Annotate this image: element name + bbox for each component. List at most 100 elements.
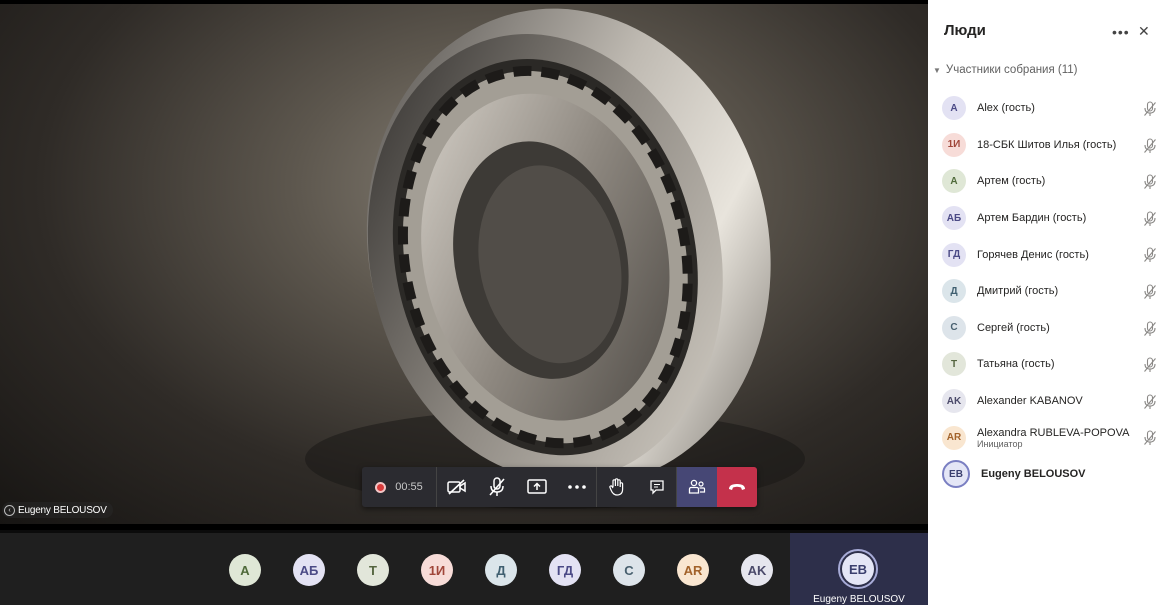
- strip-avatar[interactable]: АБ: [293, 554, 325, 586]
- chevron-down-icon: ▼: [933, 65, 941, 75]
- arrow-left-icon[interactable]: ‹: [4, 504, 15, 516]
- close-icon[interactable]: ✕: [1138, 23, 1150, 40]
- strip-avatar[interactable]: A: [229, 554, 261, 586]
- participant-text: Дмитрий (гость): [966, 285, 1058, 297]
- participant-role: Инициатор: [977, 438, 1023, 449]
- section-label: Участники собрания (11): [945, 64, 1078, 76]
- avatar: Д: [942, 279, 966, 304]
- mic-off-icon: [1143, 211, 1157, 232]
- participant-name: Горячев Денис (гость): [977, 248, 1089, 261]
- participant-text: Татьяна (гость): [966, 358, 1055, 370]
- raise-hand-button[interactable]: [597, 467, 637, 507]
- avatar: EB: [942, 460, 970, 489]
- participant-row[interactable]: Д Дмитрий (гость): [928, 273, 1171, 310]
- more-options-icon[interactable]: •••: [1112, 24, 1130, 40]
- hang-up-icon: [729, 484, 745, 490]
- bearing-image: [305, 8, 805, 509]
- participant-row[interactable]: ГД Горячев Денис (гость): [928, 236, 1171, 273]
- mic-off-icon: [489, 477, 505, 496]
- mic-off-icon: [1143, 357, 1157, 378]
- mic-off-icon: [1143, 321, 1157, 342]
- participant-name: Сергей (гость): [977, 321, 1050, 334]
- avatar-initials: AR: [683, 562, 703, 578]
- avatar-initials: Т: [369, 562, 377, 578]
- avatar: 1И: [942, 132, 966, 157]
- show-participants-button[interactable]: [677, 467, 717, 507]
- people-panel: Люди ▼ Участники собрания (11) A Alex (го…: [928, 0, 1171, 605]
- avatar: AR: [942, 425, 966, 450]
- participant-text: Alexandra RUBLEVA-POPOVA Инициатор: [966, 427, 1129, 449]
- participant-row[interactable]: 1И 18-СБК Шитов Илья (гость): [928, 127, 1171, 164]
- strip-avatar[interactable]: AK: [741, 554, 773, 586]
- people-icon: [688, 479, 706, 494]
- participant-row[interactable]: EB Eugeny BELOUSOV: [928, 456, 1171, 493]
- meeting-stage: ‹ Eugeny BELOUSOV 00:55: [0, 0, 928, 530]
- hang-up-button[interactable]: [717, 467, 757, 507]
- panel-title: Люди: [944, 21, 986, 39]
- avatar-initials: ГД: [556, 562, 574, 578]
- avatar-initials: 1И: [428, 562, 446, 578]
- participant-text: Eugeny BELOUSOV: [970, 468, 1086, 480]
- participant-name: Татьяна (гость): [977, 358, 1055, 371]
- strip-avatar[interactable]: 1И: [421, 554, 453, 586]
- participant-row[interactable]: AR Alexandra RUBLEVA-POPOVA Инициатор: [928, 419, 1171, 456]
- chat-button[interactable]: [637, 467, 677, 507]
- mic-off-icon: [1143, 138, 1157, 159]
- participant-text: Alexander KABANOV: [966, 395, 1083, 407]
- avatar: А: [942, 169, 966, 194]
- strip-avatar[interactable]: ГД: [549, 554, 581, 586]
- participant-row[interactable]: AK Alexander KABANOV: [928, 383, 1171, 420]
- avatar: Т: [942, 352, 966, 377]
- raise-hand-icon: [609, 478, 624, 496]
- share-screen-button[interactable]: [517, 467, 557, 507]
- avatar: АБ: [942, 206, 966, 231]
- self-name: Eugeny BELOUSOV: [813, 594, 905, 605]
- self-video-tile[interactable]: EB Eugeny BELOUSOV: [790, 533, 928, 605]
- strip-avatar[interactable]: Д: [485, 554, 517, 586]
- participants-section-header[interactable]: ▼ Участники собрания (11): [928, 58, 1171, 82]
- strip-avatar[interactable]: Т: [357, 554, 389, 586]
- avatar-initials: AK: [747, 562, 767, 578]
- strip-avatar[interactable]: AR: [677, 554, 709, 586]
- participant-row[interactable]: A Alex (гость): [928, 90, 1171, 127]
- strip-avatar[interactable]: С: [613, 554, 645, 586]
- avatar-initials: С: [624, 562, 634, 578]
- participant-name: Артем Бардин (гость): [977, 212, 1087, 225]
- more-actions-button[interactable]: [557, 467, 597, 507]
- call-controls-bar: 00:55: [362, 467, 757, 507]
- participant-row[interactable]: Т Татьяна (гость): [928, 346, 1171, 383]
- participant-row[interactable]: С Сергей (гость): [928, 310, 1171, 347]
- participant-text: Артем Бардин (гость): [966, 212, 1086, 224]
- shared-video: ‹ Eugeny BELOUSOV: [0, 4, 928, 524]
- mic-off-icon: [1143, 284, 1157, 305]
- participant-row[interactable]: А Артем (гость): [928, 163, 1171, 200]
- camera-toggle-button[interactable]: [437, 467, 477, 507]
- avatar: AK: [942, 389, 966, 414]
- participant-text: 18-СБК Шитов Илья (гость): [966, 139, 1116, 151]
- self-avatar: EB: [838, 549, 878, 589]
- avatar-initials: Д: [496, 562, 506, 578]
- participant-name: 18-СБК Шитов Илья (гость): [977, 138, 1117, 151]
- participant-text: Артем (гость): [966, 175, 1045, 187]
- teams-meeting-window: ‹ Eugeny BELOUSOV 00:55 A АБ Т 1И Д ГД С…: [0, 0, 1171, 605]
- participant-name: Alexander KABANOV: [977, 395, 1083, 408]
- participant-text: Горячев Денис (гость): [966, 249, 1089, 261]
- mic-toggle-button[interactable]: [477, 467, 517, 507]
- camera-off-icon: [447, 479, 466, 495]
- call-duration: 00:55: [395, 481, 423, 493]
- avatar-initials: EB: [842, 553, 874, 585]
- avatar: ГД: [942, 242, 966, 267]
- mic-off-icon: [1143, 101, 1157, 122]
- participant-strip: A АБ Т 1И Д ГД С AR AK EB Eugeny BELOUSO…: [0, 533, 928, 605]
- panel-header: Люди: [928, 0, 1171, 60]
- record-icon: [375, 481, 387, 493]
- mic-off-icon: [1143, 174, 1157, 195]
- presenter-name-tag: ‹ Eugeny BELOUSOV: [2, 502, 113, 518]
- avatar: С: [942, 315, 966, 340]
- participant-row[interactable]: АБ Артем Бардин (гость): [928, 200, 1171, 237]
- share-screen-icon: [527, 479, 547, 494]
- participant-name: Артем (гость): [977, 175, 1046, 188]
- participant-name: Alexandra RUBLEVA-POPOVA: [977, 426, 1130, 439]
- avatar-initials: АБ: [299, 562, 319, 578]
- chat-icon: [649, 480, 664, 495]
